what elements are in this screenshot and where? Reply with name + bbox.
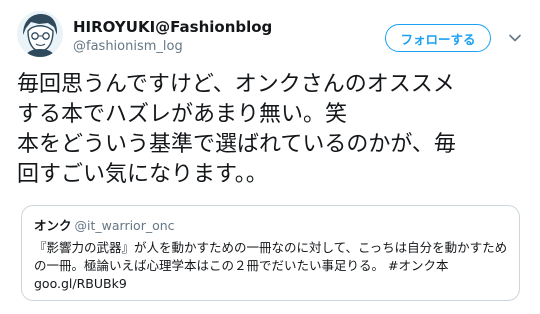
quoted-text-line: 『影響力の武器』が人を動かすための一冊なのに対して、こっちは自分を動かすため — [34, 240, 508, 255]
quoted-tweet-card[interactable]: オンク @it_warrior_onc 『影響力の武器』が人を動かすための一冊なの… — [21, 205, 520, 301]
quoted-author-handle: @it_warrior_onc — [74, 218, 175, 233]
tweet-text: 毎回思うんですけど、オンクさんのオススメ する本でハズレがあまり無い。笑 本をど… — [17, 70, 522, 190]
tweet-text-line: 毎回思うんですけど、オンクさんのオススメ — [17, 72, 455, 97]
chevron-down-icon[interactable] — [507, 30, 523, 46]
author-handle[interactable]: @fashionism_log — [73, 39, 183, 54]
quoted-text-line: の一冊。極論いえば心理学本はこの２冊でだいたい事足りる。 #オンク本 — [34, 258, 449, 273]
tweet-text-line: 回すごい気になります。。 — [17, 162, 268, 187]
follow-button[interactable]: フォローする — [385, 24, 491, 52]
author-display-name[interactable]: HIROYUKI@Fashionblog — [73, 18, 272, 36]
tweet-text-line: 本をどういう基準で選ばれているのかが、毎 — [17, 132, 456, 157]
avatar[interactable] — [17, 11, 63, 57]
tweet-text-line: する本でハズレがあまり無い。笑 — [17, 102, 348, 127]
illustrated-face-icon — [17, 11, 63, 57]
quoted-tweet-text: 『影響力の武器』が人を動かすための一冊なのに対して、こっちは自分を動かすため の… — [34, 239, 507, 293]
quoted-tweet-header: オンク @it_warrior_onc — [34, 215, 507, 234]
quoted-author-name: オンク — [34, 218, 72, 233]
quoted-link[interactable]: goo.gl/RBUBk9 — [34, 275, 507, 293]
